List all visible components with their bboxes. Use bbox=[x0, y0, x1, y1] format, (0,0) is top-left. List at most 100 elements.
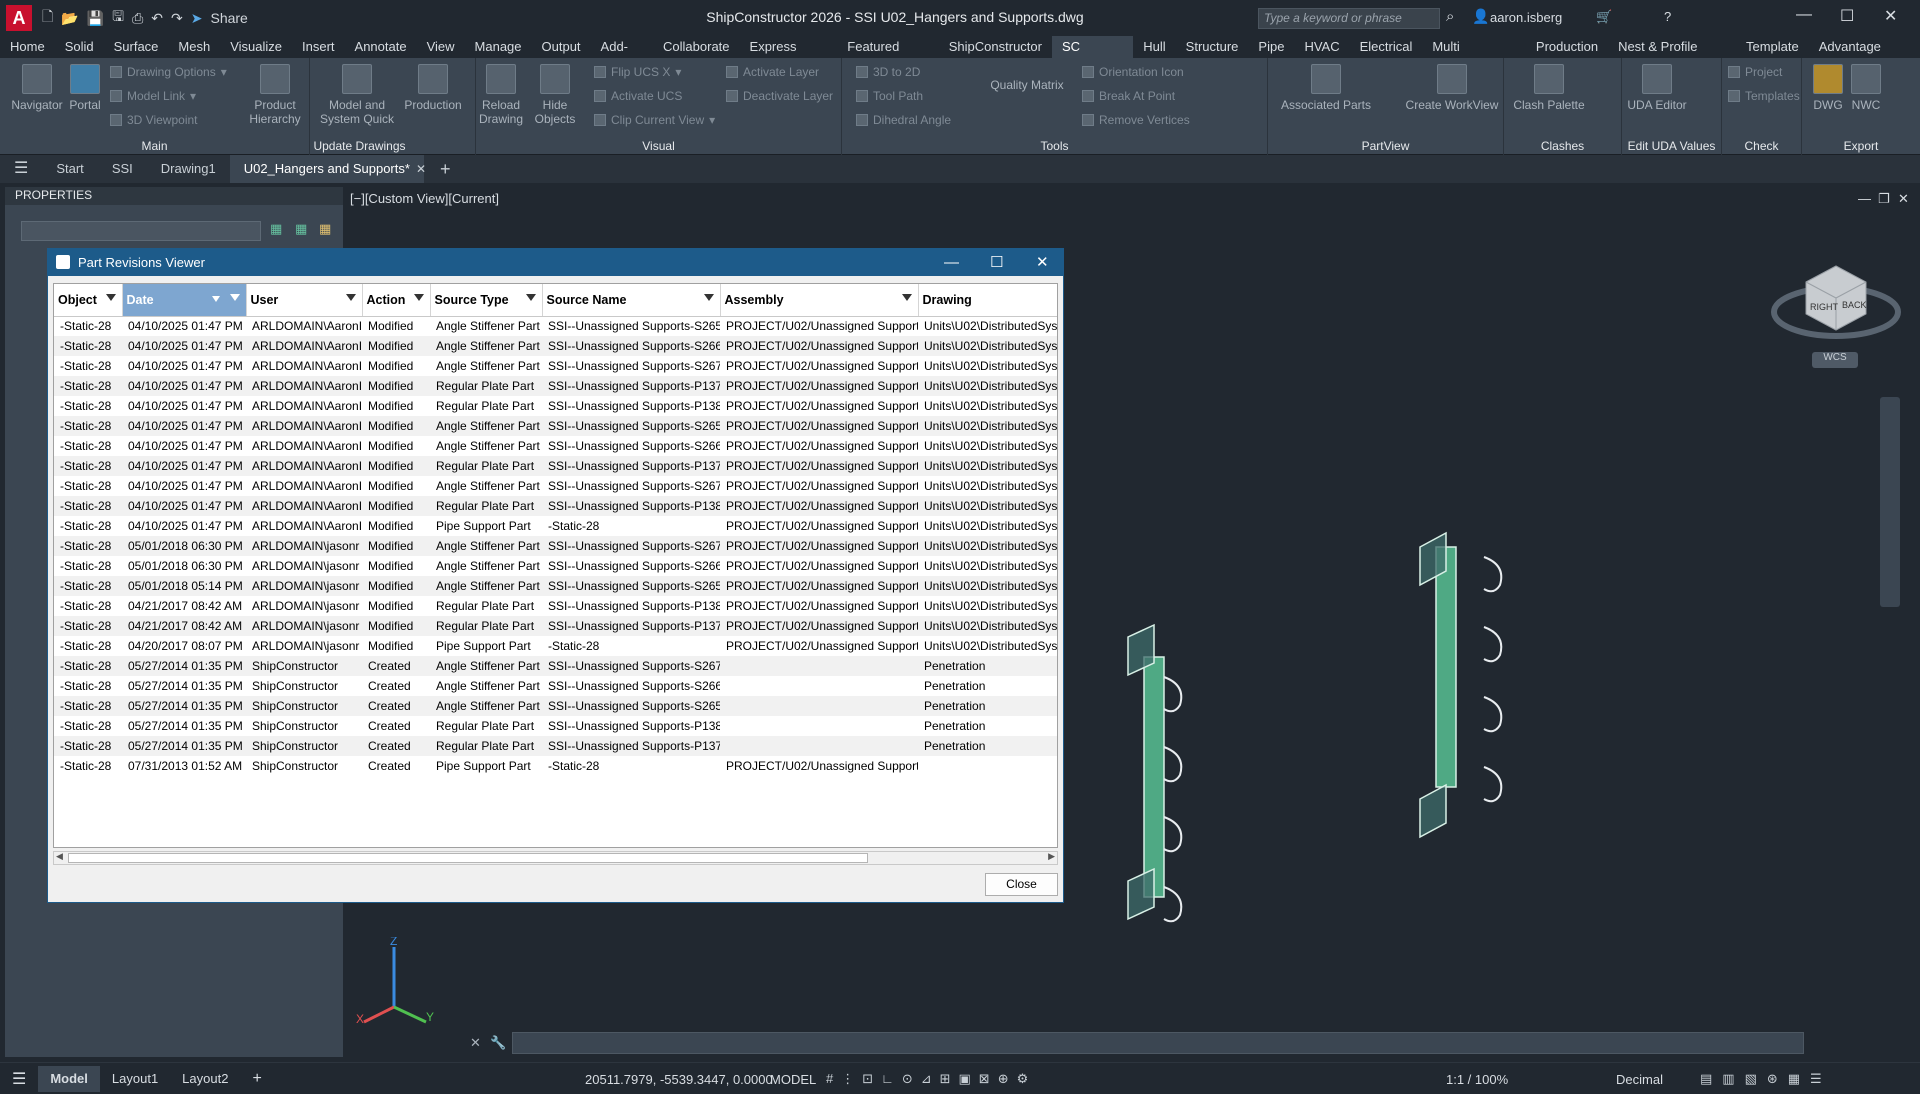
table-row[interactable]: -Static-28 05/01/2018 06:30 PM ARLDOMAIN\j… bbox=[54, 556, 1057, 576]
layout-tab-model[interactable]: Model bbox=[38, 1065, 100, 1092]
table-row[interactable]: -Static-28 04/10/2025 01:47 PM ARLDOMAIN\A… bbox=[54, 356, 1057, 376]
table-row[interactable]: -Static-28 04/10/2025 01:47 PM ARLDOMAIN\A… bbox=[54, 416, 1057, 436]
viewport-minimize-icon[interactable]: — bbox=[1858, 191, 1871, 206]
table-row[interactable]: -Static-28 04/10/2025 01:47 PM ARLDOMAIN\A… bbox=[54, 396, 1057, 416]
hide-objects-button[interactable]: Hide Objects bbox=[530, 64, 580, 126]
ribbon-tab-add-ins[interactable]: Add-ins bbox=[591, 36, 653, 76]
quality-matrix-button[interactable]: Quality Matrix bbox=[982, 78, 1072, 92]
navigator-button[interactable]: Navigator bbox=[8, 64, 66, 112]
table-row[interactable]: -Static-28 04/10/2025 01:47 PM ARLDOMAIN\A… bbox=[54, 456, 1057, 476]
viewport-restore-icon[interactable]: ❐ bbox=[1878, 191, 1890, 207]
ribbon-tab-featured-apps[interactable]: Featured Apps bbox=[837, 36, 938, 76]
ribbon-tab-shipconstructor[interactable]: ShipConstructor bbox=[939, 36, 1052, 58]
model-link-button[interactable]: Model Link ▾ bbox=[110, 89, 196, 103]
ribbon-tab-insert[interactable]: Insert bbox=[292, 36, 345, 58]
table-row[interactable]: -Static-28 05/27/2014 01:35 PM ShipConstru… bbox=[54, 656, 1057, 676]
status-menu-icon[interactable]: ☰ bbox=[0, 1069, 38, 1089]
cmd-close-icon[interactable]: ✕ bbox=[470, 1035, 481, 1051]
dialog-minimize-icon[interactable]: — bbox=[944, 249, 959, 276]
new-tab-icon[interactable]: + bbox=[440, 159, 451, 180]
layout-tab-layout1[interactable]: Layout1 bbox=[100, 1071, 170, 1086]
ribbon-tab-multi-discipline[interactable]: Multi Discipline bbox=[1422, 36, 1526, 76]
dialog-close-icon[interactable]: ✕ bbox=[1036, 249, 1049, 276]
menu-icon[interactable]: ☰ bbox=[0, 155, 42, 183]
ribbon-tab-output[interactable]: Output bbox=[532, 36, 591, 58]
table-row[interactable]: -Static-28 04/21/2017 08:42 AM ARLDOMAIN\j… bbox=[54, 616, 1057, 636]
model-system-quick-button[interactable]: Model and System Quick bbox=[316, 64, 398, 126]
ribbon-tab-structure[interactable]: Structure bbox=[1176, 36, 1249, 58]
sort-descending-icon[interactable] bbox=[211, 296, 220, 302]
3d-viewpoint-button[interactable]: 3D Viewpoint bbox=[110, 113, 198, 127]
status-tray-icons[interactable]: ▤▥▧⊛▦☰ bbox=[1700, 1071, 1832, 1087]
dialog-maximize-icon[interactable]: ☐ bbox=[990, 249, 1003, 276]
file-tab-start[interactable]: Start bbox=[42, 155, 97, 183]
u-bolt-7[interactable] bbox=[1163, 816, 1183, 853]
reload-drawing-button[interactable]: Reload Drawing bbox=[476, 64, 526, 126]
filter-icon[interactable] bbox=[703, 294, 714, 301]
dihedral-angle-button[interactable]: Dihedral Angle bbox=[856, 113, 951, 127]
table-row[interactable]: -Static-28 07/31/2013 01:52 AM ShipConstru… bbox=[54, 756, 1057, 776]
u-bolt-4[interactable] bbox=[1483, 766, 1503, 803]
table-row[interactable]: -Static-28 04/10/2025 01:47 PM ARLDOMAIN\A… bbox=[54, 476, 1057, 496]
help-icon[interactable]: ? bbox=[1664, 9, 1671, 24]
3d-to-2d-button[interactable]: 3D to 2D bbox=[856, 65, 920, 79]
column-header-user[interactable]: User bbox=[246, 284, 363, 317]
annotation-scale[interactable]: 1:1 / 100% bbox=[1446, 1072, 1508, 1087]
u-bolt-1[interactable] bbox=[1483, 556, 1503, 593]
close-tab-icon[interactable]: ✕ bbox=[416, 162, 426, 176]
cart-icon[interactable]: 🛒 bbox=[1596, 9, 1612, 25]
ribbon-tab-collaborate[interactable]: Collaborate bbox=[653, 36, 740, 58]
table-row[interactable]: -Static-28 04/21/2017 08:42 AM ARLDOMAIN\j… bbox=[54, 596, 1057, 616]
table-row[interactable]: -Static-28 05/27/2014 01:35 PM ShipConstru… bbox=[54, 736, 1057, 756]
column-header-date[interactable]: Date bbox=[122, 284, 247, 317]
user-name[interactable]: aaron.isberg bbox=[1490, 10, 1562, 25]
ribbon-tab-advantage-pack[interactable]: Advantage Pack bbox=[1809, 36, 1920, 76]
model-geometry[interactable] bbox=[1064, 337, 1544, 937]
ribbon-tab-manage[interactable]: Manage bbox=[465, 36, 532, 58]
u-bolt-6[interactable] bbox=[1163, 746, 1183, 783]
ribbon-tab-view[interactable]: View bbox=[417, 36, 465, 58]
revisions-grid[interactable]: Object Date User Action Source Type Source Na… bbox=[53, 283, 1058, 848]
table-row[interactable]: -Static-28 04/10/2025 01:47 PM ARLDOMAIN\A… bbox=[54, 316, 1057, 336]
viewport-close-icon[interactable]: ✕ bbox=[1898, 191, 1909, 207]
table-row[interactable]: -Static-28 05/27/2014 01:35 PM ShipConstru… bbox=[54, 696, 1057, 716]
filter-icon[interactable] bbox=[413, 294, 424, 301]
layout-tab-layout2[interactable]: Layout2 bbox=[170, 1071, 240, 1086]
u-bolt-8[interactable] bbox=[1163, 886, 1183, 923]
ribbon-tab-hull[interactable]: Hull bbox=[1133, 36, 1175, 58]
remove-vertices-button[interactable]: Remove Vertices bbox=[1082, 113, 1190, 127]
ribbon-tab-sc-utilities[interactable]: SC Utilities bbox=[1051, 36, 1134, 76]
ribbon-tab-annotate[interactable]: Annotate bbox=[345, 36, 417, 58]
table-row[interactable]: -Static-28 04/10/2025 01:47 PM ARLDOMAIN\A… bbox=[54, 376, 1057, 396]
ribbon-tab-electrical[interactable]: Electrical bbox=[1350, 36, 1423, 58]
select-objects-icon[interactable]: ▦ bbox=[295, 221, 307, 237]
column-header-object[interactable]: Object bbox=[54, 284, 123, 317]
column-header-source-name[interactable]: Source Name bbox=[542, 284, 721, 317]
table-row[interactable]: -Static-28 04/10/2025 01:47 PM ARLDOMAIN\A… bbox=[54, 516, 1057, 536]
deactivate-layer-button[interactable]: Deactivate Layer bbox=[726, 89, 833, 103]
production-button[interactable]: Production bbox=[402, 64, 464, 112]
search-input[interactable]: Type a keyword or phrase bbox=[1258, 8, 1440, 29]
orientation-icon-button[interactable]: Orientation Icon bbox=[1082, 65, 1184, 79]
drawing-options-button[interactable]: Drawing Options ▾ bbox=[110, 65, 227, 79]
cmd-customize-icon[interactable]: 🔧 bbox=[490, 1035, 506, 1051]
column-header-assembly[interactable]: Assembly bbox=[720, 284, 919, 317]
table-row[interactable]: -Static-28 04/10/2025 01:47 PM ARLDOMAIN\A… bbox=[54, 496, 1057, 516]
filter-icon[interactable] bbox=[525, 294, 536, 301]
export-dwg-button[interactable]: DWG bbox=[1810, 64, 1846, 112]
ribbon-tab-hvac[interactable]: HVAC bbox=[1294, 36, 1349, 58]
ribbon-tab-home[interactable]: Home bbox=[0, 36, 55, 58]
horizontal-scrollbar[interactable]: ◀ ▶ bbox=[53, 851, 1058, 865]
export-nwc-button[interactable]: NWC bbox=[1848, 64, 1884, 112]
ribbon-tab-surface[interactable]: Surface bbox=[104, 36, 169, 58]
ribbon-tab-solid[interactable]: Solid bbox=[55, 36, 104, 58]
hanger-left-bottom-plate[interactable] bbox=[1127, 867, 1155, 921]
add-layout-icon[interactable]: + bbox=[240, 1070, 273, 1088]
activate-ucs-button[interactable]: Activate UCS bbox=[594, 89, 682, 103]
command-line[interactable] bbox=[512, 1032, 1804, 1054]
table-row[interactable]: -Static-28 04/10/2025 01:47 PM ARLDOMAIN\A… bbox=[54, 436, 1057, 456]
associated-parts-button[interactable]: Associated Parts bbox=[1276, 64, 1376, 112]
search-icon[interactable]: ⌕ bbox=[1446, 8, 1454, 25]
filter-icon[interactable] bbox=[229, 294, 240, 301]
table-row[interactable]: -Static-28 05/27/2014 01:35 PM ShipConstru… bbox=[54, 716, 1057, 736]
